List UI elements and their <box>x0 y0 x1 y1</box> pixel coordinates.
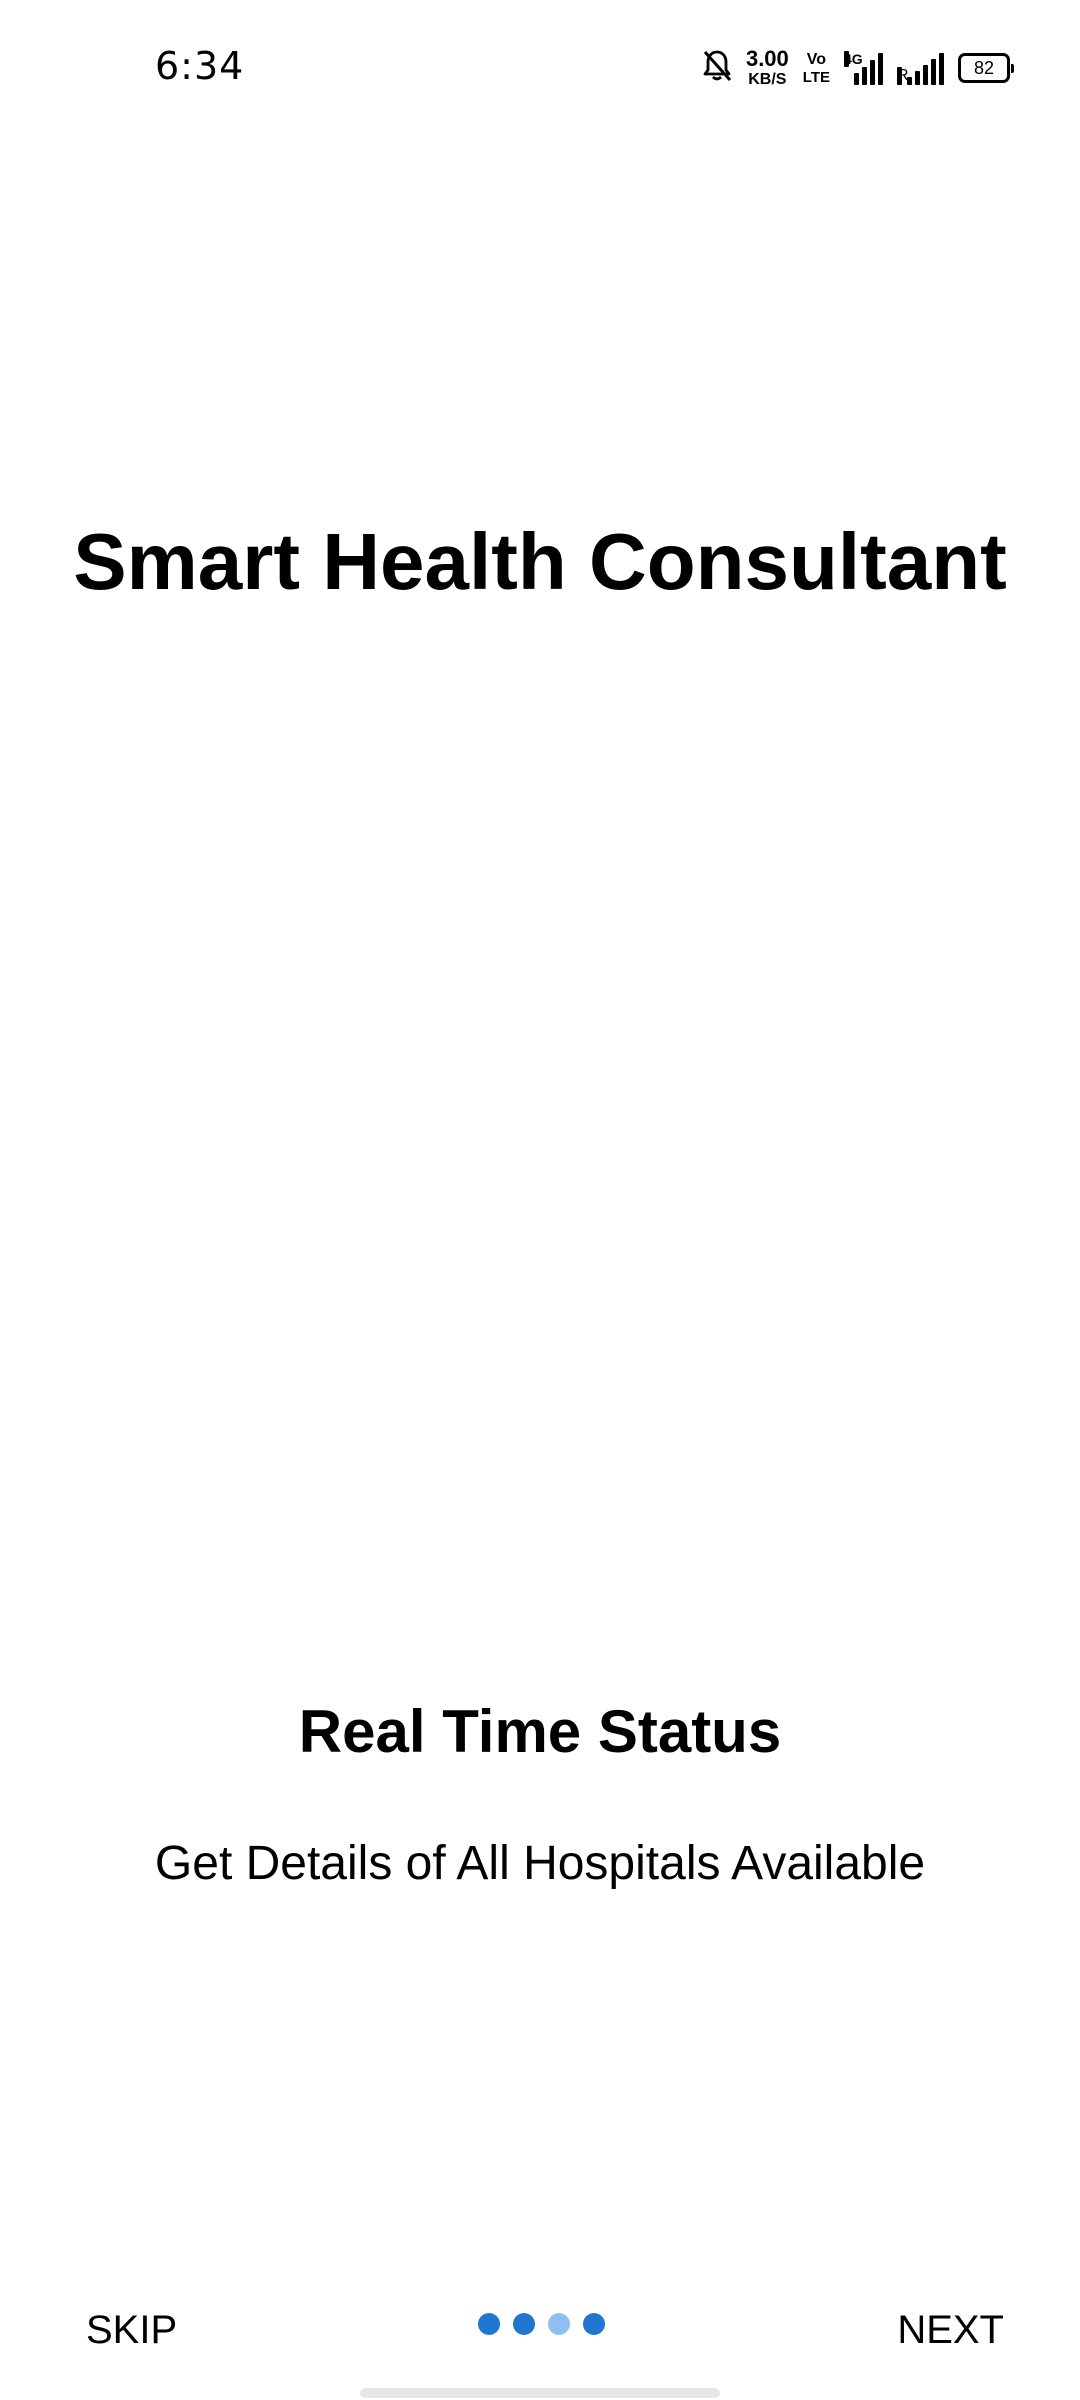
slide-heading: Real Time Status <box>298 1698 782 1765</box>
next-button[interactable]: NEXT <box>897 2300 1004 2360</box>
volte-top: Vo <box>806 50 827 68</box>
page-indicator <box>478 2313 605 2335</box>
network-speed-value: 3.00 <box>745 46 789 71</box>
skip-button[interactable]: SKIP <box>86 2300 177 2360</box>
slide-description: Get Details of All Hospitals Available <box>154 1837 926 1890</box>
signal-icon: 4G <box>844 51 883 85</box>
status-icons: 3.00 KB/S Vo LTE 4G R 82 <box>702 44 1014 92</box>
app-title: Smart Health Consultant <box>73 517 1007 606</box>
page-indicator-dot <box>583 2313 605 2335</box>
status-time: 6:34 <box>155 44 245 88</box>
network-speed-unit: KB/S <box>748 71 787 88</box>
network-type-label: 4G <box>844 51 863 67</box>
status-bar: 6:34 3.00 KB/S Vo LTE 4G R 82 <box>0 0 1080 130</box>
network-speed: 3.00 KB/S <box>746 48 789 88</box>
roaming-label: R <box>897 67 909 85</box>
battery-level: 82 <box>973 57 995 78</box>
battery-icon: 82 <box>958 53 1014 83</box>
home-indicator[interactable] <box>360 2388 720 2398</box>
volte-bottom: LTE <box>802 68 830 86</box>
page-indicator-dot <box>478 2313 500 2335</box>
volte-indicator: Vo LTE <box>802 50 830 86</box>
signal-icon: R <box>897 51 944 85</box>
mute-bell-icon <box>702 49 732 88</box>
page-indicator-dot <box>548 2313 570 2335</box>
page-indicator-dot <box>513 2313 535 2335</box>
